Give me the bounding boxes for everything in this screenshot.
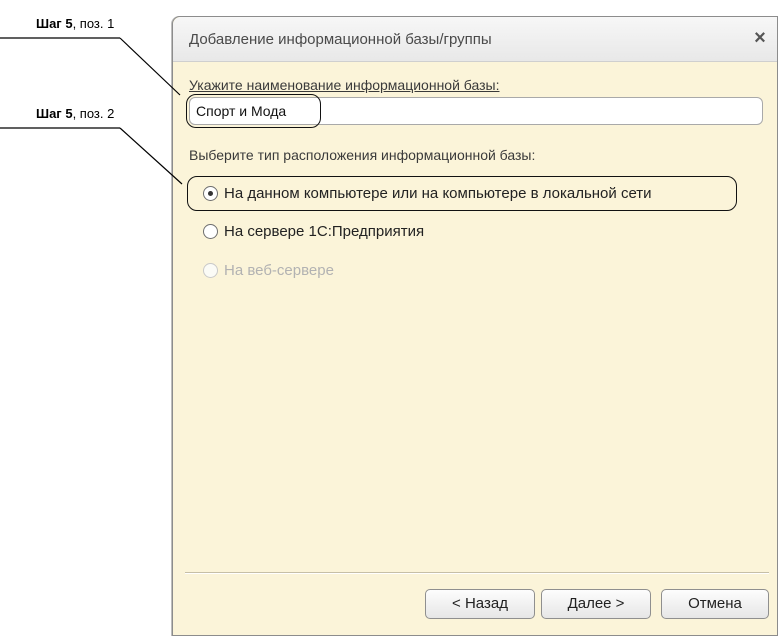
leader-line-1-diagonal — [119, 37, 181, 96]
infobase-name-label: Укажите наименование информационной базы… — [189, 77, 500, 93]
step-annotation-2-rest: , поз. 2 — [72, 106, 115, 121]
dialog-title: Добавление информационной базы/группы — [189, 31, 492, 48]
step-annotation-2: Шаг 5, поз. 2 — [36, 106, 114, 121]
step-annotation-1: Шаг 5, поз. 1 — [36, 16, 114, 31]
step-annotation-1-bold: Шаг 5 — [36, 16, 73, 31]
radio-option-server[interactable]: На сервере 1С:Предприятия — [203, 220, 424, 242]
dialog-titlebar: Добавление информационной базы/группы × — [173, 17, 777, 62]
radio-option-local[interactable]: На данном компьютере или на компьютере в… — [203, 182, 652, 204]
close-icon[interactable]: × — [747, 25, 773, 51]
infobase-name-input[interactable] — [189, 97, 763, 125]
next-button[interactable]: Далее > — [541, 589, 651, 619]
location-type-label: Выберите тип расположения информационной… — [189, 147, 536, 163]
cancel-button[interactable]: Отмена — [661, 589, 769, 619]
footer-separator — [185, 572, 769, 574]
radio-option-web: На веб-сервере — [203, 259, 334, 281]
step-annotation-1-rest: , поз. 1 — [72, 16, 115, 31]
radio-web-label: На веб-сервере — [224, 261, 334, 279]
add-infobase-dialog: Добавление информационной базы/группы × … — [172, 16, 778, 636]
radio-server-icon[interactable] — [203, 223, 218, 239]
step-annotation-2-bold: Шаг 5 — [36, 106, 73, 121]
radio-local-icon[interactable] — [203, 185, 218, 201]
radio-web-icon — [203, 262, 218, 278]
radio-local-label: На данном компьютере или на компьютере в… — [224, 184, 652, 202]
back-button[interactable]: < Назад — [425, 589, 535, 619]
radio-server-label: На сервере 1С:Предприятия — [224, 222, 425, 240]
